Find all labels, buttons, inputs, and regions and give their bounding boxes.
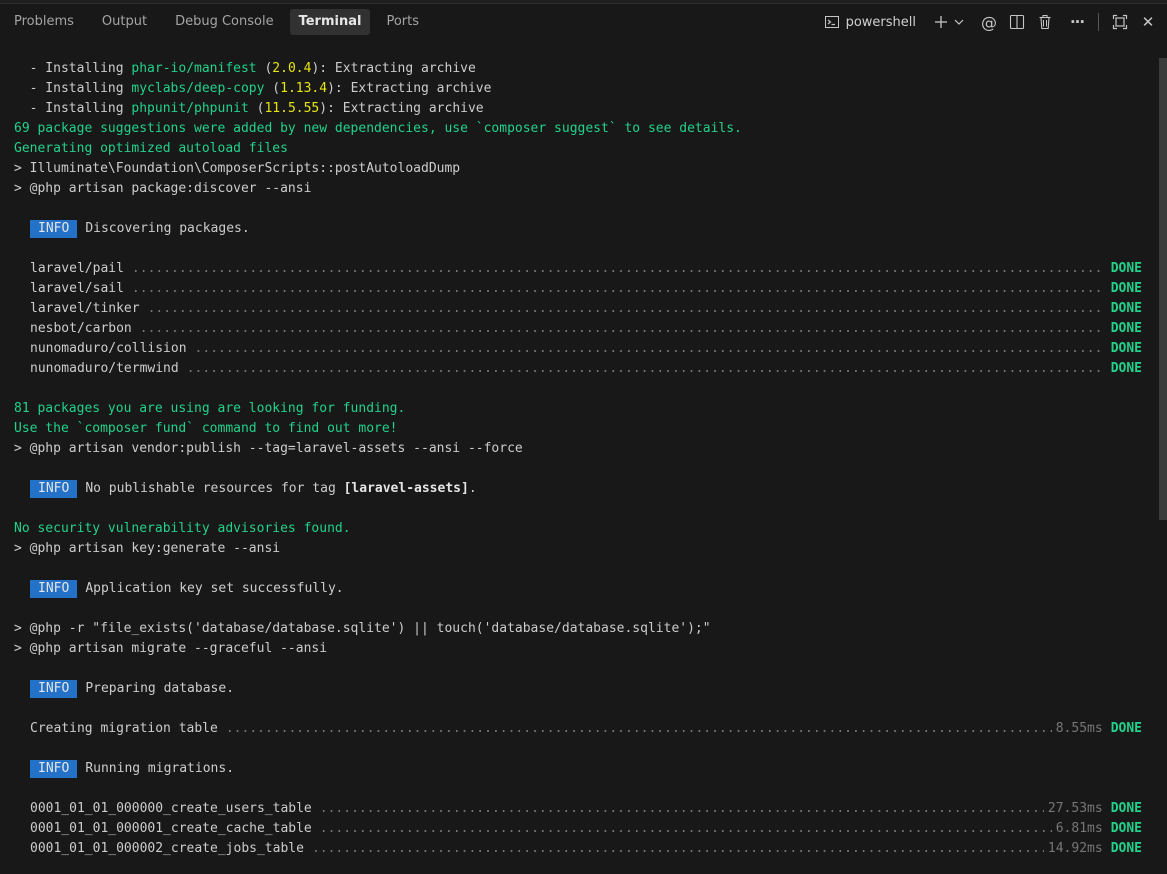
command-line: > @php -r "file_exists('database/databas… [14, 621, 711, 636]
split-terminal-button[interactable] [1006, 9, 1028, 35]
terminal-line: No security vulnerability advisories fou… [14, 521, 351, 536]
tab-terminal[interactable]: Terminal [289, 9, 371, 35]
info-message: INFO Preparing database. [30, 679, 234, 699]
terminal-scrollbar-thumb[interactable] [1159, 58, 1167, 520]
shell-picker-button[interactable]: powershell [820, 14, 920, 30]
command-line: > @php artisan package:discover --ansi [14, 181, 312, 196]
terminal-line: - Installing phar-io/manifest (2.0.4): E… [14, 61, 476, 76]
migration-row: 0001_01_01_000001_create_cache_table ...… [30, 821, 1142, 836]
close-panel-button[interactable]: ✕ [1137, 9, 1159, 35]
command-line: > Illuminate\Foundation\ComposerScripts:… [14, 161, 461, 176]
tab-problems[interactable]: Problems [2, 9, 86, 35]
tab-output[interactable]: Output [90, 9, 159, 35]
terminal-line: 69 package suggestions were added by new… [14, 121, 742, 136]
command-line: > @php artisan vendor:publish --tag=lara… [14, 441, 523, 456]
package-row: nunomaduro/termwind ....................… [30, 361, 1142, 376]
info-message: INFO Application key set successfully. [30, 579, 344, 599]
terminal-line: - Installing myclabs/deep-copy (1.13.4):… [14, 81, 492, 96]
migration-row: 0001_01_01_000000_create_users_table ...… [30, 801, 1142, 816]
migration-row: 0001_01_01_000002_create_jobs_table ....… [30, 841, 1142, 856]
tab-debug-console[interactable]: Debug Console [163, 9, 286, 35]
package-row: laravel/pail ...........................… [30, 261, 1142, 276]
terminal-line: Generating optimized autoload files [14, 141, 288, 156]
info-badge: INFO [30, 580, 78, 598]
close-icon: ✕ [1141, 13, 1155, 31]
trash-icon [1039, 15, 1051, 30]
info-badge: INFO [30, 220, 78, 238]
terminal-icon [824, 16, 839, 28]
tab-ports[interactable]: Ports [374, 9, 431, 35]
package-row: nesbot/carbon ..........................… [30, 321, 1142, 336]
info-badge: INFO [30, 680, 78, 698]
chevron-down-icon [954, 19, 964, 25]
info-message: INFO Discovering packages. [30, 219, 250, 239]
migration-row: Creating migration table ...............… [30, 721, 1142, 736]
panel-header: Problems Output Debug Console Terminal P… [0, 4, 1167, 42]
info-message: INFO No publishable resources for tag [la… [30, 479, 477, 499]
terminal-line: 81 packages you are using are looking fo… [14, 401, 406, 416]
kill-terminal-button[interactable] [1034, 9, 1056, 35]
command-line: > @php artisan migrate --graceful --ansi [14, 641, 328, 656]
at-icon: @ [981, 12, 997, 32]
plus-icon [935, 16, 947, 28]
terminal-line: - Installing phpunit/phpunit (11.5.55): … [14, 101, 484, 116]
shell-label: powershell [845, 14, 916, 30]
terminal-actions: powershell @ ··· ✕ [820, 9, 1159, 35]
info-badge: INFO [30, 480, 78, 498]
maximize-icon [1112, 14, 1128, 30]
more-actions-button[interactable]: ··· [1066, 9, 1088, 35]
terminal-dropdown-button[interactable] [952, 9, 966, 35]
package-row: laravel/sail ...........................… [30, 281, 1142, 296]
panel-tabs: Problems Output Debug Console Terminal P… [2, 9, 435, 35]
new-terminal-button[interactable] [930, 9, 952, 35]
command-line: > @php artisan key:generate --ansi [14, 541, 281, 556]
maximize-panel-button[interactable] [1109, 9, 1131, 35]
mention-button[interactable]: @ [978, 9, 1000, 35]
more-icon: ··· [1069, 13, 1085, 31]
terminal-line: Use the `composer fund` command to find … [14, 421, 398, 436]
package-row: nunomaduro/collision ...................… [30, 341, 1142, 356]
info-message: INFO Running migrations. [30, 759, 234, 779]
info-badge: INFO [30, 760, 78, 778]
package-row: laravel/tinker .........................… [30, 301, 1142, 316]
toolbar-separator [1098, 13, 1099, 31]
split-icon [1009, 14, 1025, 30]
terminal-output[interactable]: - Installing phar-io/manifest (2.0.4): E… [0, 58, 1158, 874]
